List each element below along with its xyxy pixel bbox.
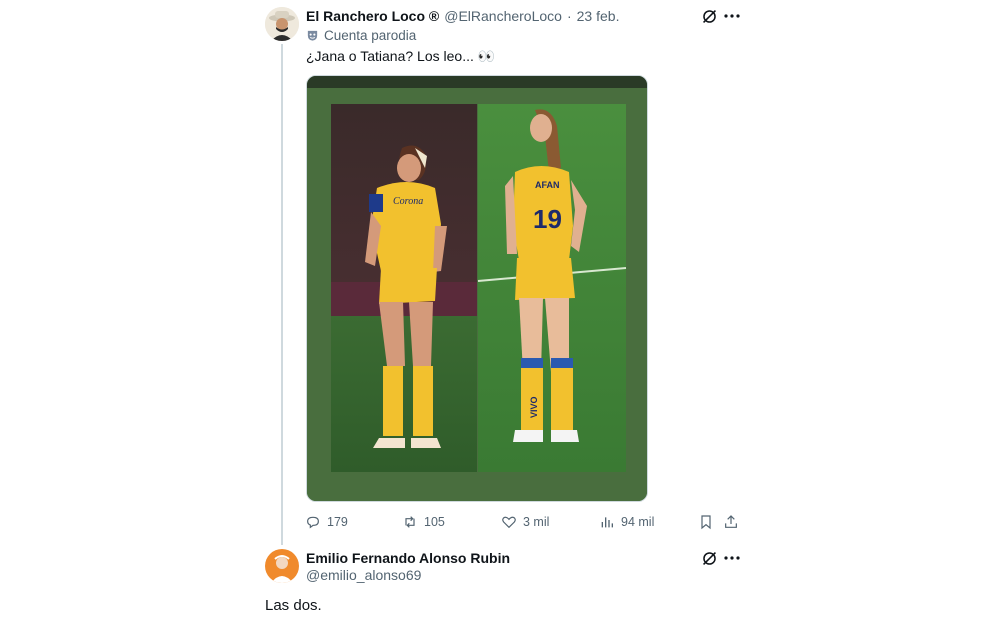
display-name[interactable]: El Ranchero Loco ®	[306, 8, 439, 24]
bookmark-icon	[701, 515, 711, 530]
views-chart-icon	[601, 517, 613, 528]
reply-icon	[307, 516, 319, 529]
share-button[interactable]	[723, 514, 739, 530]
right-shirt-name: AFAN	[535, 180, 560, 190]
avatar[interactable]	[265, 7, 299, 41]
right-sock-text: VIVO	[529, 396, 539, 418]
like-button[interactable]: 3 mil	[501, 514, 549, 530]
reply-count: 179	[327, 515, 348, 529]
cowboy-avatar-icon	[265, 7, 299, 41]
orange-avatar-icon	[265, 549, 299, 583]
tweet-text: ¿Jana o Tatiana? Los leo... 👀	[306, 48, 496, 64]
views-button[interactable]: 94 mil	[599, 514, 654, 530]
more-options-icon[interactable]	[723, 550, 741, 566]
display-name[interactable]: Emilio Fernando Alonso Rubin	[306, 550, 510, 566]
user-handle[interactable]: @emilio_alonso69	[306, 567, 421, 583]
reply-button[interactable]: 179	[305, 514, 348, 530]
separator-dot: ·	[566, 8, 572, 24]
user-handle[interactable]: @ElRancheroLoco	[444, 8, 562, 24]
retweet-icon	[405, 516, 415, 528]
parody-label: Cuenta parodia	[324, 28, 417, 43]
retweet-count: 105	[424, 515, 445, 529]
tweet-media-image[interactable]: Corona 19 AFAN VIVO	[306, 75, 648, 502]
grok-icon[interactable]	[701, 550, 718, 567]
like-count: 3 mil	[523, 515, 550, 529]
bookmark-button[interactable]	[698, 514, 714, 530]
left-shirt-text: Corona	[393, 196, 423, 207]
tweet-date[interactable]: 23 feb.	[577, 8, 620, 24]
share-icon	[725, 515, 737, 528]
avatar[interactable]	[265, 549, 299, 583]
retweet-button[interactable]: 105	[402, 514, 445, 530]
parody-mask-icon	[307, 30, 318, 41]
thread-connector-line	[281, 44, 283, 545]
more-options-icon[interactable]	[723, 8, 741, 24]
views-count: 94 mil	[621, 515, 655, 529]
heart-icon	[502, 516, 516, 529]
grok-icon[interactable]	[701, 8, 718, 25]
tweet-text: Las dos.	[265, 597, 322, 614]
right-shirt-number: 19	[533, 204, 562, 234]
media-collage: Corona 19 AFAN VIVO	[307, 76, 647, 501]
